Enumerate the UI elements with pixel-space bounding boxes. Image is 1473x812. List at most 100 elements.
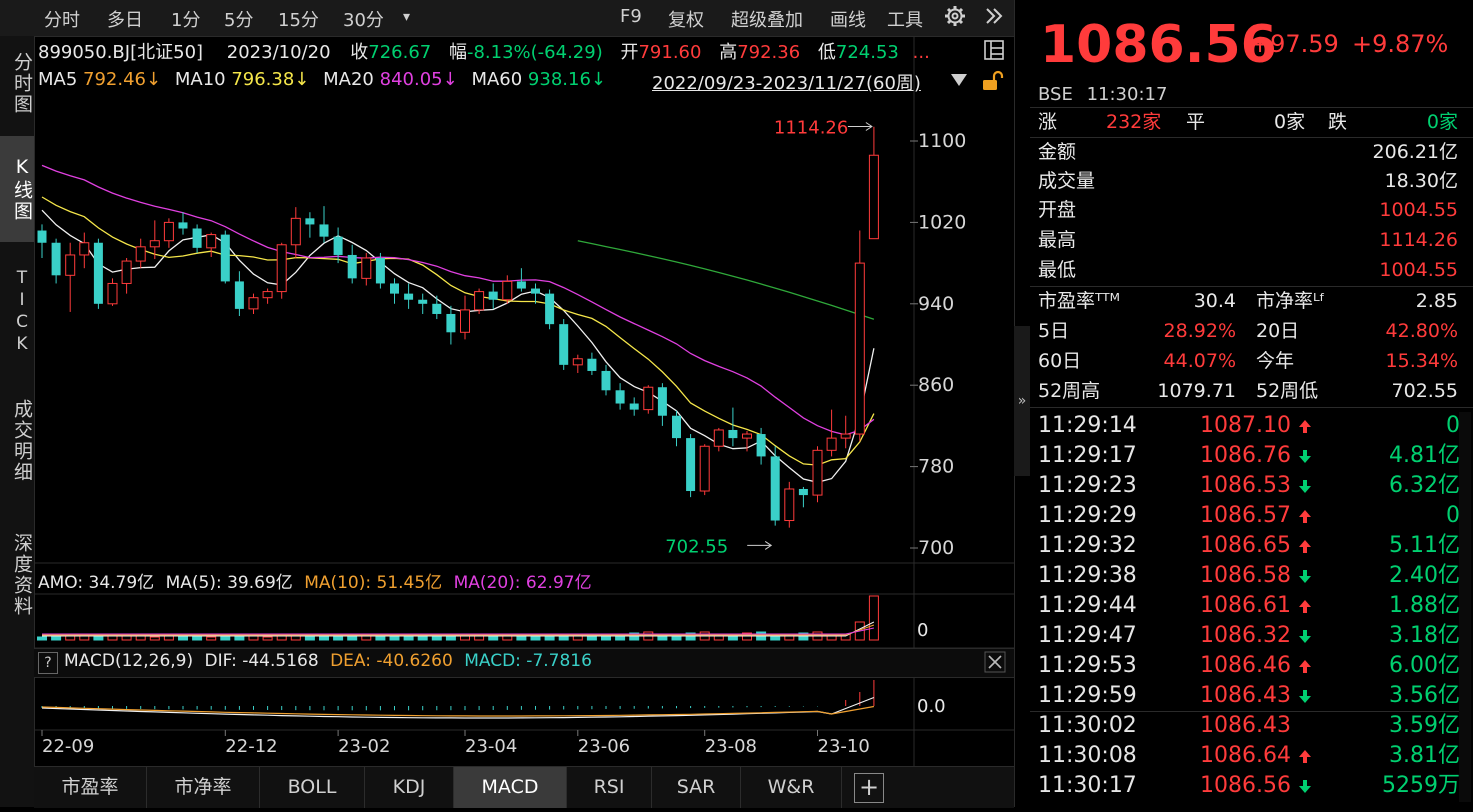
help-button[interactable]: ? (38, 652, 58, 674)
tick-time: 11:30:17 (1038, 773, 1137, 798)
time-tick-label: 22-09 (42, 736, 94, 757)
volume-bar (262, 636, 273, 641)
tab-intraday[interactable]: 分时 (44, 6, 80, 32)
low-annotation: 702.55 (665, 536, 728, 557)
tick-time: 11:29:17 (1038, 443, 1137, 468)
tick-row: 11:29:53 1086.46 6.00亿 (1038, 651, 1460, 681)
collapse-panel-button[interactable]: » (1014, 326, 1030, 476)
draw-line-button[interactable]: 画线 (830, 6, 866, 32)
tab-sar[interactable]: SAR (652, 767, 741, 808)
volume-bar (558, 635, 569, 641)
tick-price: 1086.43 (1200, 713, 1291, 738)
low-label: 最低 (1038, 259, 1077, 281)
close-icon[interactable] (984, 651, 1006, 677)
time-tick-label: 22-12 (225, 736, 277, 757)
tick-time: 11:29:59 (1038, 683, 1137, 708)
price-tick-label: 940 (918, 293, 954, 315)
tick-price: 1086.46 (1200, 653, 1291, 678)
ma5-line (41, 209, 875, 483)
volume-bar (868, 595, 879, 641)
candle-body (192, 228, 202, 248)
add-tab-button[interactable]: + (854, 773, 884, 803)
gear-icon[interactable] (944, 5, 966, 32)
sidebar-item-trade-detail[interactable]: 成交明细 (0, 384, 34, 498)
tab-30min[interactable]: 30分 (343, 6, 384, 32)
tab-pe[interactable]: 市盈率 (34, 767, 147, 808)
volume-bar (206, 636, 217, 641)
tick-row: 11:29:59 1086.43 3.56亿 (1038, 681, 1460, 711)
candle-body (178, 222, 188, 229)
tick-price: 1086.58 (1200, 563, 1291, 588)
sidebar-item-depth-info[interactable]: 深度资料 (0, 518, 34, 632)
volume-bar (333, 635, 344, 641)
candle-body (713, 429, 724, 447)
volume-bar (107, 635, 118, 641)
candle-body (248, 297, 259, 310)
volume-bar (220, 635, 231, 641)
quote-time: 11:30:17 (1086, 84, 1168, 105)
candle-body (290, 217, 301, 246)
tick-volume: 5259万 (1382, 773, 1460, 798)
candle-body (347, 254, 357, 279)
tick-volume: 3.18亿 (1389, 623, 1460, 648)
tick-price: 1086.53 (1200, 473, 1291, 498)
tab-1min[interactable]: 1分 (171, 6, 200, 32)
volume-bar (163, 635, 174, 641)
chart-toolbar: 分时 多日 1分 5分 15分 30分 ▾ F9 复权 超级叠加 画线 工具 (0, 0, 1014, 37)
tab-5min[interactable]: 5分 (224, 6, 253, 32)
sidebar-item-kline[interactable]: K线图 (0, 136, 34, 242)
tools-button[interactable]: 工具 (887, 6, 923, 32)
advance-decline-row: 涨 232家 平 0家 跌 0家 (1038, 108, 1458, 137)
candle-body (643, 386, 654, 411)
return-ytd-value: 15.34% (1385, 350, 1458, 372)
candle-body (742, 433, 752, 439)
overlay-button[interactable]: 超级叠加 (731, 6, 803, 32)
amount-label: 金额 (1038, 141, 1077, 163)
tick-price: 1086.32 (1200, 623, 1291, 648)
candle-body (37, 230, 47, 243)
down-count: 0家 (1426, 111, 1458, 133)
pb-value: 2.85 (1415, 290, 1458, 312)
tab-pb[interactable]: 市净率 (147, 767, 260, 808)
vol-ma10-value: MA(10): 51.45亿 (304, 573, 443, 593)
price-change-pct: +9.87% (1352, 30, 1449, 58)
sidebar-item-tick[interactable]: TICK (0, 252, 34, 372)
volume-bars (37, 595, 879, 641)
candle-body (531, 288, 540, 294)
tick-row: 11:30:02 1086.43 3.59亿 (1038, 711, 1460, 741)
tick-row: 11:29:44 1086.61 1.88亿 (1038, 591, 1460, 621)
tick-row: 11:29:32 1086.65 5.11亿 (1038, 531, 1460, 561)
tab-macd[interactable]: MACD (454, 767, 567, 808)
time-axis: 22-09 22-12 23-02 23-04 23-06 23-08 23-10 (41, 730, 870, 757)
exchange-name: BSE (1038, 84, 1073, 105)
tab-wr[interactable]: W&R (741, 767, 842, 808)
sidebar-item-intraday[interactable]: 分时图 (0, 40, 34, 126)
adjust-button[interactable]: 复权 (668, 6, 704, 32)
tab-multi-day[interactable]: 多日 (107, 6, 143, 32)
candle-body (135, 246, 146, 262)
candle-body (770, 456, 780, 521)
macd-value: MACD: -7.7816 (464, 651, 592, 671)
candle-body (390, 283, 399, 294)
amount-value: 206.21亿 (1372, 141, 1458, 163)
amount-row: 金额 206.21亿 (1038, 138, 1458, 167)
macd-legend: MACD(12,26,9) DIF: -44.5168 DEA: -40.626… (64, 651, 592, 671)
tab-rsi[interactable]: RSI (567, 767, 652, 808)
tab-boll[interactable]: BOLL (260, 767, 365, 808)
f9-button[interactable]: F9 (620, 6, 642, 27)
candle-body (784, 488, 795, 522)
double-chevron-right-icon[interactable] (984, 4, 1004, 33)
time-tick-label: 23-06 (578, 736, 630, 757)
candle-body (840, 433, 851, 439)
candle-body (572, 358, 583, 366)
volume-bar (93, 636, 104, 641)
tab-15min[interactable]: 15分 (278, 6, 319, 32)
tick-list-scrollbar[interactable] (1459, 412, 1471, 802)
volume-bar (544, 636, 555, 641)
tab-kdj[interactable]: KDJ (365, 767, 454, 808)
week52-row: 52周高 1079.71 52周低 702.55 (1038, 377, 1458, 406)
period-more-dropdown[interactable]: ▾ (403, 9, 410, 25)
tick-row: 11:30:08 1086.64 3.81亿 (1038, 741, 1460, 771)
candle-body (826, 437, 837, 451)
open-price: 1004.55 (1379, 199, 1458, 221)
